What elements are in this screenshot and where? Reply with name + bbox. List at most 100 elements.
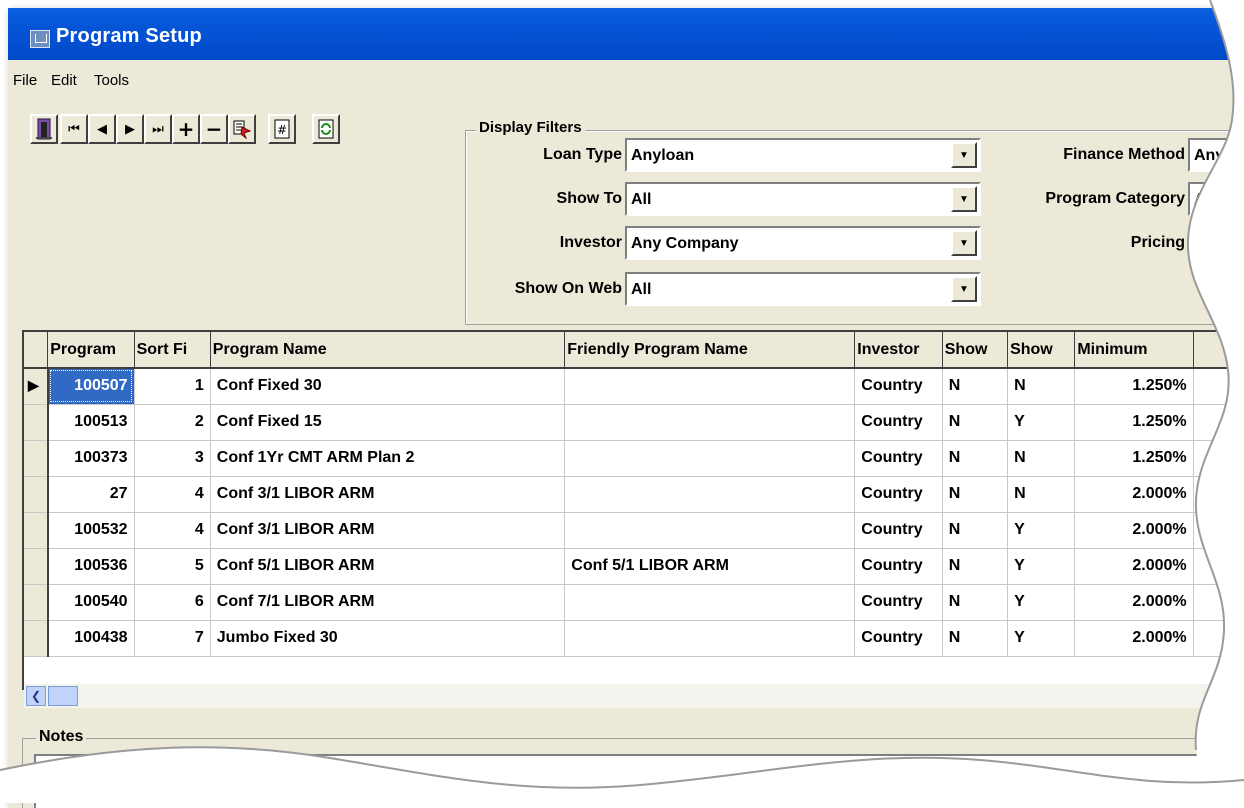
column-header-program-name[interactable]: Program Name (210, 332, 566, 369)
cell-sort-field[interactable]: 1 (134, 368, 211, 405)
cell-friendly-name[interactable] (564, 584, 856, 621)
cell-show-1[interactable]: N (942, 368, 1009, 405)
cell-sort-field[interactable]: 7 (134, 620, 211, 657)
chevron-down-icon[interactable]: ▼ (951, 186, 977, 212)
chevron-down-icon[interactable]: ▼ (951, 142, 977, 168)
last-record-button[interactable]: ⏭ (144, 114, 172, 144)
cell-friendly-name[interactable] (564, 440, 856, 477)
scroll-left-icon[interactable]: ❮ (26, 686, 46, 706)
cell-show-2[interactable]: Y (1007, 548, 1076, 585)
menu-file[interactable]: File (13, 72, 37, 89)
cell-program-name[interactable]: Conf 7/1 LIBOR ARM (210, 584, 566, 621)
cell-show-2[interactable]: Y (1007, 584, 1076, 621)
cell-minimum[interactable]: 1.250% (1074, 440, 1194, 477)
column-header-program[interactable]: Program (47, 332, 135, 369)
show-on-web-select[interactable]: All ▼ (625, 272, 981, 306)
cell-friendly-name[interactable] (564, 620, 856, 657)
cell-program-id[interactable]: 100540 (47, 584, 135, 621)
cell-minimum[interactable]: 2.000% (1074, 512, 1194, 549)
cell-program-id[interactable]: 100373 (47, 440, 135, 477)
cell-sort-field[interactable]: 2 (134, 404, 211, 441)
cell-minimum[interactable]: 1.250% (1074, 404, 1194, 441)
table-row[interactable]: 27 4 Conf 3/1 LIBOR ARM Country N N 2.000% (24, 476, 1244, 513)
column-header-minimum[interactable]: Minimum (1074, 332, 1194, 369)
refresh-button[interactable] (312, 114, 340, 144)
cell-show-2[interactable]: N (1007, 476, 1076, 513)
column-header-investor[interactable]: Investor (854, 332, 943, 369)
loan-type-select[interactable]: Anyloan ▼ (625, 138, 981, 172)
menu-tools[interactable]: Tools (94, 72, 129, 89)
scroll-thumb[interactable] (48, 686, 78, 706)
cell-program-id[interactable]: 100438 (47, 620, 135, 657)
cell-show-1[interactable]: N (942, 620, 1009, 657)
table-row[interactable]: 100513 2 Conf Fixed 15 Country N Y 1.250% (24, 404, 1244, 441)
finance-method-select[interactable]: Any (1188, 138, 1244, 172)
cell-program-id[interactable]: 27 (47, 476, 135, 513)
cell-sort-field[interactable]: 3 (134, 440, 211, 477)
cell-program-name[interactable]: Conf 1Yr CMT ARM Plan 2 (210, 440, 566, 477)
cell-sort-field[interactable]: 6 (134, 584, 211, 621)
cell-show-1[interactable]: N (942, 476, 1009, 513)
cell-friendly-name[interactable]: Conf 5/1 LIBOR ARM (564, 548, 856, 585)
table-row[interactable]: 100438 7 Jumbo Fixed 30 Country N Y 2.000% (24, 620, 1244, 657)
cell-show-2[interactable]: N (1007, 440, 1076, 477)
cell-program-id[interactable]: 100513 (47, 404, 135, 441)
investor-select[interactable]: Any Company ▼ (625, 226, 981, 260)
column-header-friendly-name[interactable]: Friendly Program Name (564, 332, 856, 369)
cell-program-name[interactable]: Conf 5/1 LIBOR ARM (210, 548, 566, 585)
menu-edit[interactable]: Edit (51, 72, 77, 89)
cell-show-2[interactable]: N (1007, 368, 1076, 405)
cell-program-name[interactable]: Conf Fixed 15 (210, 404, 566, 441)
table-row[interactable]: 100532 4 Conf 3/1 LIBOR ARM Country N Y 2.000% (24, 512, 1244, 549)
cell-minimum[interactable]: 2.000% (1074, 584, 1194, 621)
cell-program-id[interactable]: 100532 (47, 512, 135, 549)
cell-show-1[interactable]: N (942, 584, 1009, 621)
cell-show-1[interactable]: N (942, 548, 1009, 585)
cell-minimum[interactable]: 2.000% (1074, 548, 1194, 585)
cell-show-2[interactable]: Y (1007, 620, 1076, 657)
cell-program-name[interactable]: Conf 3/1 LIBOR ARM (210, 476, 566, 513)
prev-record-button[interactable]: ◀ (88, 114, 116, 144)
cell-minimum[interactable]: 2.000% (1074, 476, 1194, 513)
renumber-button[interactable]: # (268, 114, 296, 144)
exit-button[interactable] (30, 114, 58, 144)
cell-investor[interactable]: Country (854, 476, 943, 513)
cell-minimum[interactable]: 1.250% (1074, 368, 1194, 405)
cell-program-name[interactable]: Jumbo Fixed 30 (210, 620, 566, 657)
cell-investor[interactable]: Country (854, 404, 943, 441)
cell-sort-field[interactable]: 4 (134, 476, 211, 513)
cell-show-2[interactable]: Y (1007, 512, 1076, 549)
next-record-button[interactable]: ▶ (116, 114, 144, 144)
cell-sort-field[interactable]: 5 (134, 548, 211, 585)
cell-show-1[interactable]: N (942, 440, 1009, 477)
notes-textarea[interactable] (34, 754, 1244, 808)
cell-program-name[interactable]: Conf Fixed 30 (210, 368, 566, 405)
first-record-button[interactable]: ⏮ (60, 114, 88, 144)
cell-friendly-name[interactable] (564, 476, 856, 513)
cell-sort-field[interactable]: 4 (134, 512, 211, 549)
cell-investor[interactable]: Country (854, 440, 943, 477)
cell-investor[interactable]: Country (854, 584, 943, 621)
show-to-select[interactable]: All ▼ (625, 182, 981, 216)
column-header-sort[interactable]: Sort Fi (134, 332, 211, 369)
program-category-select[interactable]: A (1188, 182, 1244, 216)
cell-friendly-name[interactable] (564, 368, 856, 405)
cell-friendly-name[interactable] (564, 512, 856, 549)
horizontal-scrollbar[interactable]: ❮ (24, 684, 1244, 708)
cell-investor[interactable]: Country (854, 548, 943, 585)
column-header-show-1[interactable]: Show (942, 332, 1009, 369)
table-row[interactable]: ▶ 100507 1 Conf Fixed 30 Country N N 1.250% (24, 368, 1244, 405)
table-row[interactable]: 100373 3 Conf 1Yr CMT ARM Plan 2 Country N N 1… (24, 440, 1244, 477)
cell-show-2[interactable]: Y (1007, 404, 1076, 441)
title-bar[interactable]: Program Setup (8, 8, 1244, 60)
cell-friendly-name[interactable] (564, 404, 856, 441)
add-record-button[interactable]: + (172, 114, 200, 144)
delete-record-button[interactable]: − (200, 114, 228, 144)
column-header-show-2[interactable]: Show (1007, 332, 1076, 369)
copy-record-button[interactable] (228, 114, 256, 144)
table-row[interactable]: 100540 6 Conf 7/1 LIBOR ARM Country N Y 2.000% (24, 584, 1244, 621)
cell-program-id[interactable]: 100536 (47, 548, 135, 585)
cell-minimum[interactable]: 2.000% (1074, 620, 1194, 657)
cell-investor[interactable]: Country (854, 620, 943, 657)
cell-show-1[interactable]: N (942, 512, 1009, 549)
